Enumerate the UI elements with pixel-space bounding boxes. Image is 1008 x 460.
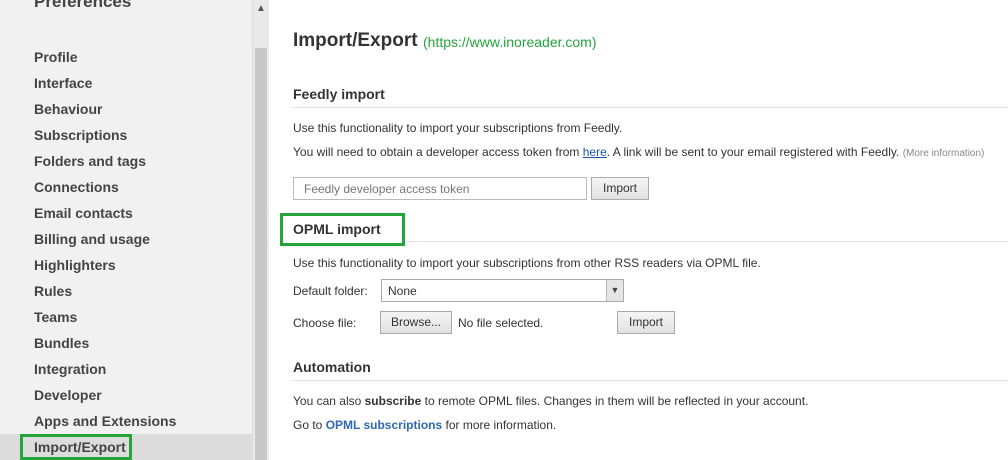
- sidebar-nav: Profile Interface Behaviour Subscription…: [0, 44, 253, 460]
- sidebar-item-billing-and-usage[interactable]: Billing and usage: [0, 226, 253, 252]
- feedly-token-link[interactable]: here: [583, 145, 607, 159]
- section-divider: [293, 380, 1008, 381]
- opml-import-heading: OPML import: [293, 221, 381, 237]
- choose-file-label: Choose file:: [293, 316, 357, 330]
- feedly-instructions-text-end: . A link will be sent to your email regi…: [606, 145, 900, 159]
- goto-text-end: for more information.: [442, 418, 557, 432]
- scroll-up-arrow-icon[interactable]: ▲: [253, 0, 269, 18]
- page-url: (https://www.inoreader.com): [423, 34, 597, 50]
- opml-subscriptions-link[interactable]: OPML subscriptions: [326, 418, 442, 432]
- highlight-box: [20, 434, 132, 460]
- sidebar-item-subscriptions[interactable]: Subscriptions: [0, 122, 253, 148]
- sidebar-item-rules[interactable]: Rules: [0, 278, 253, 304]
- default-folder-value: None: [388, 284, 417, 298]
- sidebar-item-highlighters[interactable]: Highlighters: [0, 252, 253, 278]
- sidebar-item-email-contacts[interactable]: Email contacts: [0, 200, 253, 226]
- sidebar-item-import-export[interactable]: Import/Export: [0, 434, 253, 460]
- sidebar-item-bundles[interactable]: Bundles: [0, 330, 253, 356]
- automation-text: You can also: [293, 394, 365, 408]
- feedly-token-instructions: You will need to obtain a developer acce…: [293, 145, 984, 159]
- sidebar-title: Preferences: [34, 0, 132, 11]
- automation-heading: Automation: [293, 359, 371, 375]
- sidebar-item-connections[interactable]: Connections: [0, 174, 253, 200]
- sidebar-item-integration[interactable]: Integration: [0, 356, 253, 382]
- feedly-instructions-text: You will need to obtain a developer acce…: [293, 145, 583, 159]
- default-folder-select[interactable]: None ▼: [381, 279, 624, 302]
- sidebar-item-developer[interactable]: Developer: [0, 382, 253, 408]
- sidebar-item-profile[interactable]: Profile: [0, 44, 253, 70]
- page-title: Import/Export: [293, 30, 418, 51]
- section-divider: [293, 107, 1008, 108]
- opml-description: Use this functionality to import your su…: [293, 256, 761, 270]
- sidebar-scrollbar[interactable]: ▲: [253, 0, 269, 460]
- feedly-import-heading: Feedly import: [293, 86, 385, 102]
- goto-text: Go to: [293, 418, 326, 432]
- automation-description: You can also subscribe to remote OPML fi…: [293, 394, 808, 408]
- opml-import-button[interactable]: Import: [617, 311, 675, 334]
- sidebar-item-teams[interactable]: Teams: [0, 304, 253, 330]
- default-folder-label: Default folder:: [293, 284, 368, 298]
- browse-button[interactable]: Browse...: [380, 311, 452, 334]
- automation-goto: Go to OPML subscriptions for more inform…: [293, 418, 556, 432]
- chevron-down-icon: ▼: [606, 280, 623, 301]
- sidebar-item-apps-and-extensions[interactable]: Apps and Extensions: [0, 408, 253, 434]
- main-content: Import/Export (https://www.inoreader.com…: [269, 0, 1008, 460]
- feedly-token-input[interactable]: [293, 177, 587, 200]
- sidebar-item-behaviour[interactable]: Behaviour: [0, 96, 253, 122]
- section-divider: [405, 241, 1008, 242]
- automation-text-end: to remote OPML files. Changes in them wi…: [421, 394, 809, 408]
- scrollbar-thumb[interactable]: [255, 48, 267, 460]
- more-information-link[interactable]: (More information): [903, 148, 985, 159]
- no-file-selected-text: No file selected.: [458, 316, 544, 330]
- sidebar: Preferences Profile Interface Behaviour …: [0, 0, 253, 460]
- sidebar-item-folders-and-tags[interactable]: Folders and tags: [0, 148, 253, 174]
- feedly-description: Use this functionality to import your su…: [293, 121, 623, 135]
- sidebar-item-interface[interactable]: Interface: [0, 70, 253, 96]
- feedly-import-button[interactable]: Import: [591, 177, 649, 200]
- subscribe-emphasis: subscribe: [364, 394, 422, 408]
